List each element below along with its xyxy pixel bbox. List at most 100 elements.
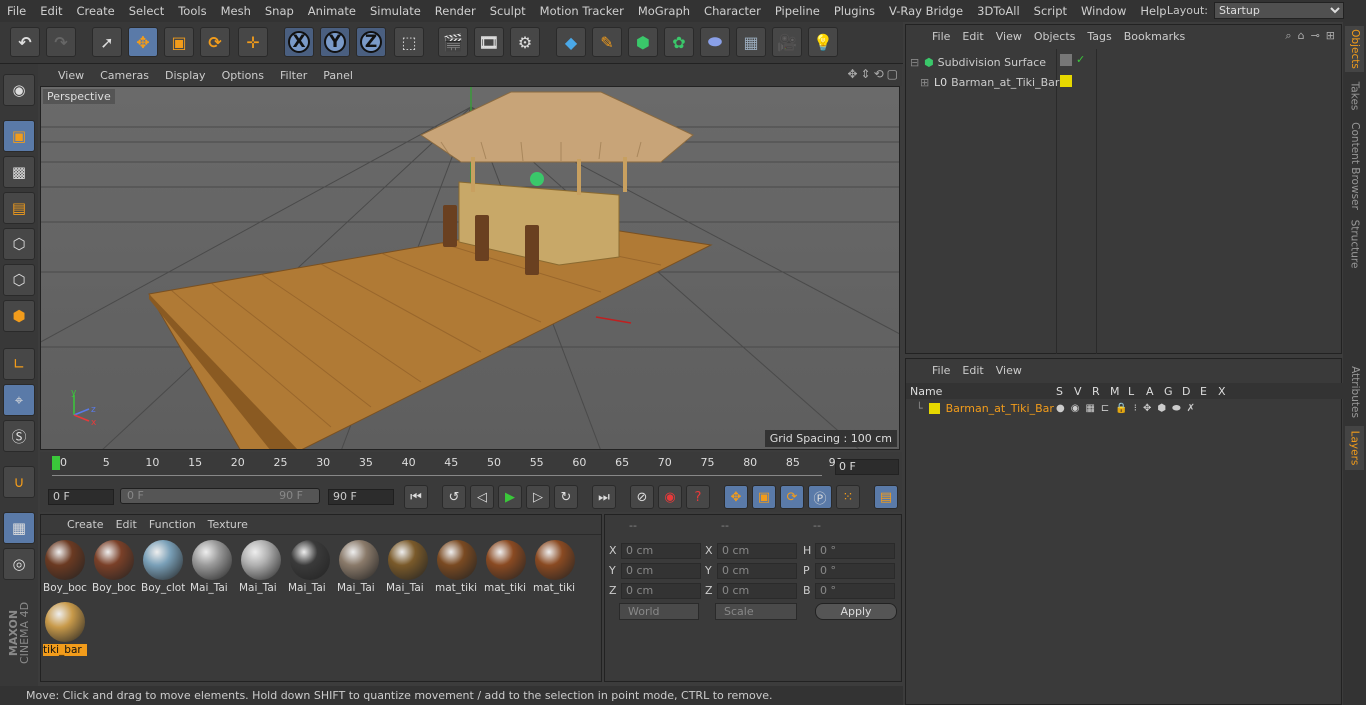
- rotate-tool-icon[interactable]: ⟳: [200, 27, 230, 57]
- object-menu-view[interactable]: View: [990, 30, 1028, 43]
- coordinate-system-icon[interactable]: ⬚: [394, 27, 424, 57]
- menu-motion-tracker[interactable]: Motion Tracker: [533, 4, 631, 18]
- material-menu-create[interactable]: Create: [61, 518, 110, 531]
- render-view-icon[interactable]: 🎬: [438, 27, 468, 57]
- material-swatch[interactable]: Boy_boc: [43, 538, 87, 594]
- coordinate-space-select[interactable]: World: [619, 603, 699, 620]
- viewport-perspective[interactable]: y z x Perspective Grid Spacing : 100 cm: [40, 86, 900, 450]
- x-axis-lock-icon[interactable]: X: [284, 27, 314, 57]
- material-swatch[interactable]: mat_tiki: [435, 538, 479, 594]
- subdivision-surface-icon[interactable]: ⬢: [628, 27, 658, 57]
- coord-value-field[interactable]: 0 cm: [621, 583, 701, 599]
- object-menu-bookmarks[interactable]: Bookmarks: [1118, 30, 1191, 43]
- menu-snap[interactable]: Snap: [258, 4, 301, 18]
- object-menu-tags[interactable]: Tags: [1081, 30, 1117, 43]
- cloner-icon[interactable]: ✿: [664, 27, 694, 57]
- cube-primitive-icon[interactable]: ◆: [556, 27, 586, 57]
- coord-value-field[interactable]: 0 cm: [717, 563, 797, 579]
- layer-column-d[interactable]: D: [1182, 385, 1190, 398]
- camera-icon[interactable]: 🎥: [772, 27, 802, 57]
- preview-range-slider[interactable]: 0 F 90 F: [120, 488, 320, 504]
- viewport-menu-view[interactable]: View: [50, 69, 92, 82]
- render-settings-icon[interactable]: ⚙: [510, 27, 540, 57]
- menu-mograph[interactable]: MoGraph: [631, 4, 697, 18]
- menu-tools[interactable]: Tools: [171, 4, 213, 18]
- redo-icon[interactable]: ↷: [46, 27, 76, 57]
- layer-menu-edit[interactable]: Edit: [956, 364, 989, 377]
- menu-select[interactable]: Select: [122, 4, 171, 18]
- solo-mode-icon[interactable]: ◎: [3, 548, 35, 580]
- object-row-subdivision-surface[interactable]: ⊟ ⬢ Subdivision Surface: [910, 53, 1046, 71]
- render-toggle-icon[interactable]: ▦: [1085, 403, 1094, 414]
- undo-icon[interactable]: ↶: [10, 27, 40, 57]
- timeline-ruler[interactable]: 051015202530354045505560657075808590 0 F: [40, 452, 902, 482]
- texture-mode-icon[interactable]: ▩: [3, 156, 35, 188]
- menu-plugins[interactable]: Plugins: [827, 4, 882, 18]
- previous-frame-icon[interactable]: ◁: [470, 485, 494, 509]
- layer-column-name[interactable]: Name: [910, 385, 942, 398]
- menu-render[interactable]: Render: [428, 4, 483, 18]
- coord-value-field[interactable]: 0 cm: [621, 563, 701, 579]
- points-mode-icon[interactable]: ⬡: [3, 228, 35, 260]
- deformer-toggle-icon[interactable]: ⬢: [1157, 403, 1166, 414]
- pan-view-icon[interactable]: ✥: [847, 67, 857, 81]
- coord-value-field[interactable]: 0 °: [815, 543, 895, 559]
- layout-select[interactable]: Startup: [1214, 2, 1344, 19]
- menu-create[interactable]: Create: [70, 4, 122, 18]
- layer-column-s[interactable]: S: [1056, 385, 1063, 398]
- menu-sculpt[interactable]: Sculpt: [483, 4, 533, 18]
- floor-icon[interactable]: ▦: [736, 27, 766, 57]
- deformer-icon[interactable]: ⬬: [700, 27, 730, 57]
- layer-column-m[interactable]: M: [1110, 385, 1120, 398]
- tab-layers[interactable]: Layers: [1345, 426, 1364, 470]
- maximize-view-icon[interactable]: ▢: [887, 67, 898, 81]
- menu-character[interactable]: Character: [697, 4, 768, 18]
- material-swatch[interactable]: Mai_Tai: [337, 538, 381, 594]
- workplane-lock-icon[interactable]: ▦: [3, 512, 35, 544]
- edges-mode-icon[interactable]: ⬡: [3, 264, 35, 296]
- recent-tools-icon[interactable]: ✛: [238, 27, 268, 57]
- link-icon[interactable]: ⊸: [1311, 29, 1320, 43]
- menu-window[interactable]: Window: [1074, 4, 1133, 18]
- material-swatch[interactable]: mat_tiki: [533, 538, 577, 594]
- material-swatch[interactable]: Mai_Tai: [386, 538, 430, 594]
- manager-toggle-icon[interactable]: ⊏: [1101, 403, 1109, 414]
- object-menu-objects[interactable]: Objects: [1028, 30, 1082, 43]
- layer-color-swatch[interactable]: [928, 402, 940, 414]
- material-swatch[interactable]: Mai_Tai: [239, 538, 283, 594]
- layer-column-x[interactable]: X: [1218, 385, 1226, 398]
- animation-toggle-icon[interactable]: ⁝: [1134, 403, 1137, 414]
- playhead[interactable]: [52, 456, 60, 470]
- axis-mode-icon[interactable]: ∟: [3, 348, 35, 380]
- tab-structure[interactable]: Structure: [1345, 216, 1364, 272]
- key-pla-icon[interactable]: ⁙: [836, 485, 860, 509]
- magnet-icon[interactable]: ∪: [3, 466, 35, 498]
- viewport-menu-display[interactable]: Display: [157, 69, 214, 82]
- menu-file[interactable]: File: [0, 4, 33, 18]
- menu-v-ray-bridge[interactable]: V-Ray Bridge: [882, 4, 970, 18]
- viewport-menu-filter[interactable]: Filter: [272, 69, 315, 82]
- autokey-icon[interactable]: ?: [686, 485, 710, 509]
- layer-column-r[interactable]: R: [1092, 385, 1100, 398]
- layer-column-a[interactable]: A: [1146, 385, 1154, 398]
- render-picture-viewer-icon[interactable]: 🎞: [474, 27, 504, 57]
- pen-spline-icon[interactable]: ✎: [592, 27, 622, 57]
- generator-toggle-icon[interactable]: ✥: [1143, 403, 1151, 414]
- layer-column-e[interactable]: E: [1200, 385, 1207, 398]
- go-to-end-icon[interactable]: ⏭: [592, 485, 616, 509]
- apply-button[interactable]: Apply: [815, 603, 897, 620]
- menu-pipeline[interactable]: Pipeline: [768, 4, 827, 18]
- layer-color-icon[interactable]: [1060, 75, 1072, 87]
- tab-attributes[interactable]: Attributes: [1345, 362, 1364, 422]
- coord-value-field[interactable]: 0 °: [815, 563, 895, 579]
- move-tool-icon[interactable]: ✥: [128, 27, 158, 57]
- layer-menu-view[interactable]: View: [990, 364, 1028, 377]
- menu-script[interactable]: Script: [1027, 4, 1074, 18]
- tab-objects[interactable]: Objects: [1345, 26, 1364, 72]
- material-swatch[interactable]: Mai_Tai: [288, 538, 332, 594]
- menu-animate[interactable]: Animate: [301, 4, 363, 18]
- xref-toggle-icon[interactable]: ✗: [1187, 403, 1195, 414]
- layer-column-l[interactable]: L: [1128, 385, 1134, 398]
- material-swatch[interactable]: mat_tiki: [484, 538, 528, 594]
- start-frame-field[interactable]: 0 F: [48, 489, 114, 505]
